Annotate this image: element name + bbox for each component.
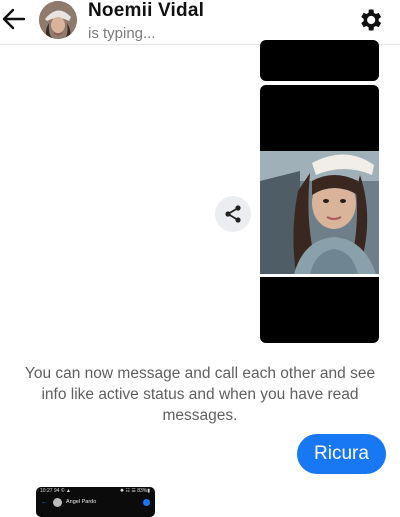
thumbnail-contact-name: Angel Pardo xyxy=(66,499,97,505)
thumbnail-status-icons: ✹ ☷ ☰ 83%▮ xyxy=(119,488,150,494)
share-button[interactable] xyxy=(215,196,251,232)
shared-photo[interactable] xyxy=(260,151,379,274)
back-button[interactable] xyxy=(0,4,28,34)
avatar[interactable] xyxy=(39,1,77,39)
connection-info-message: You can now message and call each other … xyxy=(24,365,376,424)
thumbnail-back-icon: ← xyxy=(41,499,48,506)
shared-photo-image xyxy=(260,151,379,274)
thumbnail-info-icon xyxy=(143,499,150,506)
contact-name[interactable]: Noemii Vidal xyxy=(88,0,204,22)
share-icon xyxy=(225,205,241,223)
thumbnail-status-time: 10:27 94 © ▲ xyxy=(40,488,71,494)
shared-image-top[interactable] xyxy=(260,40,379,81)
typing-status: is typing... xyxy=(88,25,156,42)
outgoing-message-bubble[interactable]: Ricura xyxy=(297,434,386,474)
settings-button[interactable] xyxy=(356,6,384,34)
shared-screenshot-thumbnail[interactable]: 10:27 94 © ▲ ✹ ☷ ☰ 83%▮ ← Angel Pardo xyxy=(36,487,155,517)
shared-image-lower[interactable] xyxy=(260,277,379,343)
gear-icon xyxy=(361,9,382,31)
chat-header: Noemii Vidal is typing... xyxy=(0,0,400,45)
shared-image-upper[interactable] xyxy=(260,85,379,151)
arrow-left-icon xyxy=(2,8,26,30)
thumbnail-avatar xyxy=(53,498,62,507)
avatar-photo xyxy=(39,1,77,39)
